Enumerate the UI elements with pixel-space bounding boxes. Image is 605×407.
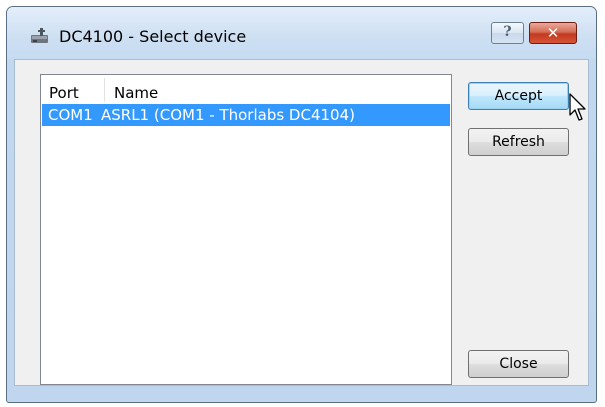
list-item[interactable]: COM1 ASRL1 (COM1 - Thorlabs DC4104) [42,104,450,126]
device-list[interactable]: Port Name COM1 ASRL1 (COM1 - Thorlabs DC… [40,74,452,385]
dialog-content: Port Name COM1 ASRL1 (COM1 - Thorlabs DC… [14,59,589,386]
close-icon: ✕ [546,24,560,42]
mouse-pointer-icon [569,93,586,121]
column-header-name[interactable]: Name [114,84,158,102]
close-button[interactable]: Close [468,350,569,378]
column-divider[interactable] [104,78,105,102]
row-name-cell: ASRL1 (COM1 - Thorlabs DC4104) [101,106,355,124]
dialog-window: DC4100 - Select device ? ✕ Port Name COM… [6,6,597,403]
window-close-button[interactable]: ✕ [529,22,577,44]
window-title: DC4100 - Select device [59,27,247,46]
device-icon [31,28,48,43]
help-button[interactable]: ? [491,22,524,44]
title-bar[interactable]: DC4100 - Select device ? ✕ [7,7,596,59]
list-header: Port Name [41,75,451,103]
column-header-port[interactable]: Port [49,84,79,102]
row-port-cell: COM1 [48,106,93,124]
accept-button[interactable]: Accept [468,82,569,110]
help-icon: ? [503,24,512,40]
refresh-button[interactable]: Refresh [468,128,569,156]
